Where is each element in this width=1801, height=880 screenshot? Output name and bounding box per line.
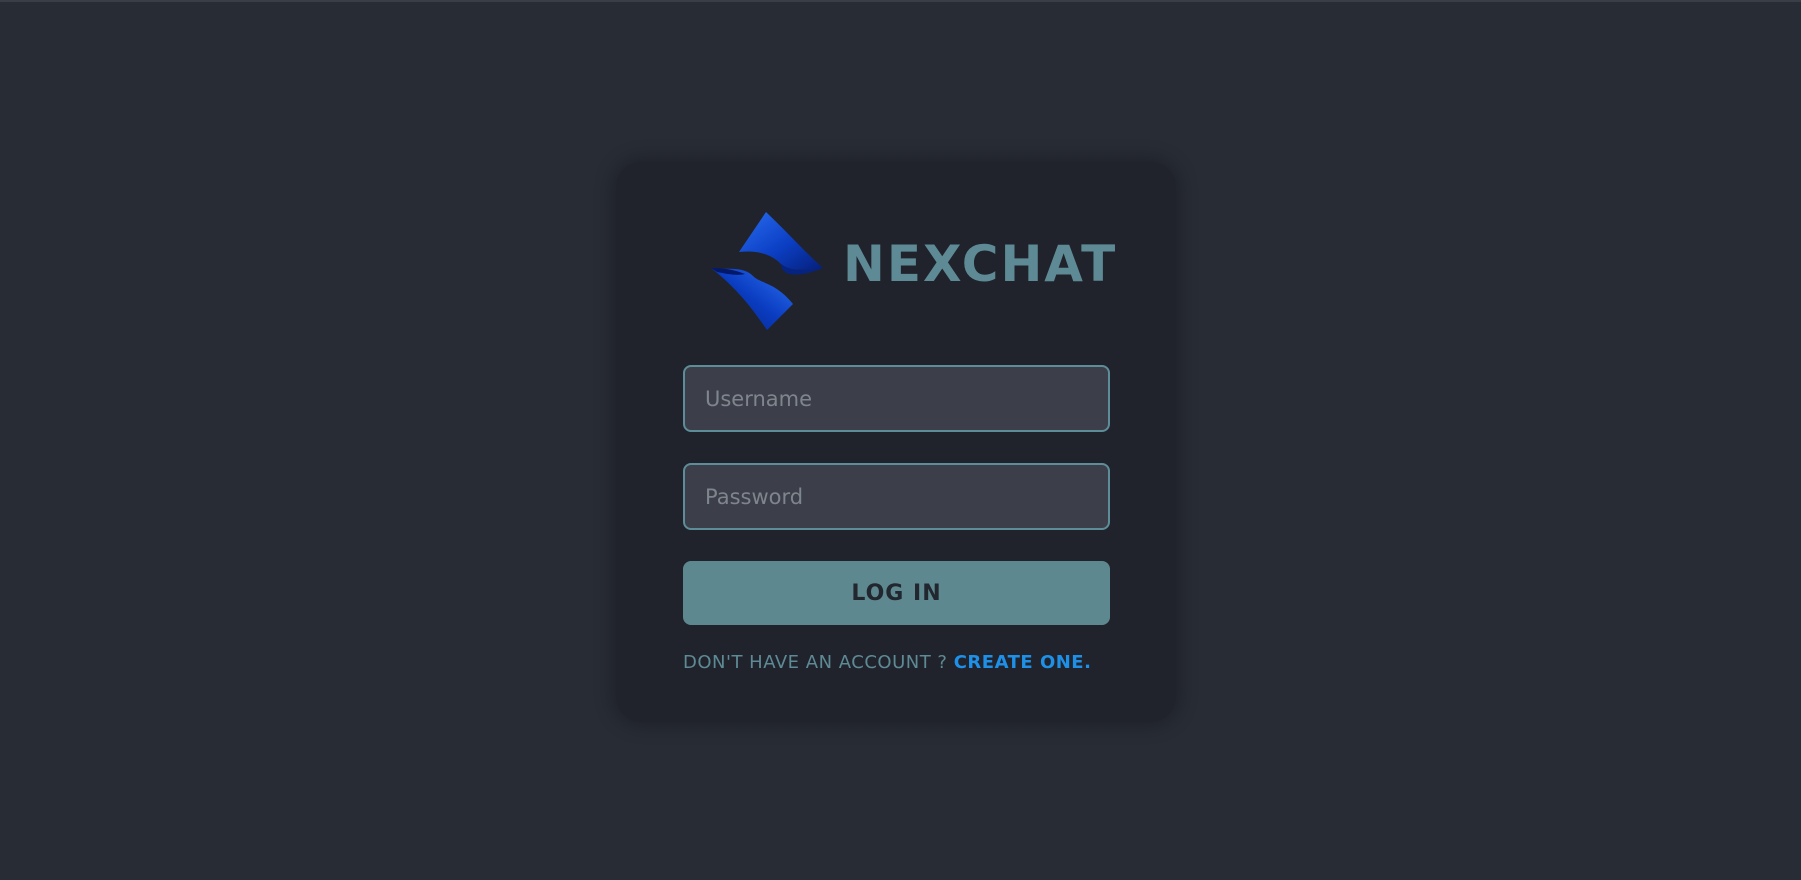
signup-prompt-text: DON'T HAVE AN ACCOUNT ? [683, 652, 954, 673]
nexchat-logo-icon [711, 212, 823, 330]
password-input[interactable] [683, 463, 1110, 530]
username-input[interactable] [683, 365, 1110, 432]
app-title: NEXCHAT [843, 235, 1118, 293]
login-button[interactable]: LOG IN [683, 561, 1110, 625]
create-account-link[interactable]: CREATE ONE. [954, 652, 1092, 673]
login-card: NEXCHAT LOG IN DON'T HAVE AN ACCOUNT ? C… [616, 162, 1176, 722]
top-border [0, 0, 1801, 2]
signup-prompt: DON'T HAVE AN ACCOUNT ? CREATE ONE. [683, 652, 1113, 674]
brand-header: NEXCHAT [616, 210, 1176, 330]
